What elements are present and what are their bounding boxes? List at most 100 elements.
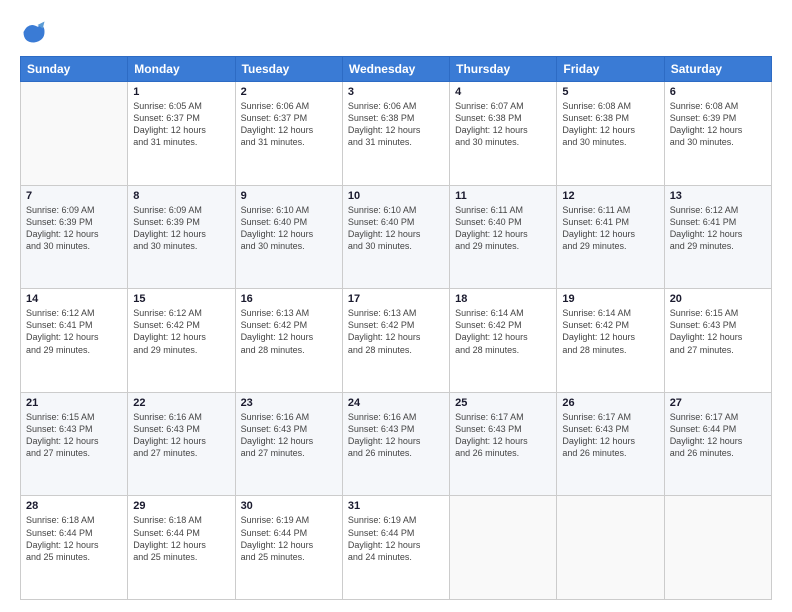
day-info: Sunrise: 6:07 AM Sunset: 6:38 PM Dayligh… bbox=[455, 100, 551, 149]
day-info: Sunrise: 6:12 AM Sunset: 6:41 PM Dayligh… bbox=[670, 204, 766, 253]
calendar-cell bbox=[450, 496, 557, 600]
day-number: 5 bbox=[562, 86, 658, 98]
day-number: 12 bbox=[562, 190, 658, 202]
day-info: Sunrise: 6:15 AM Sunset: 6:43 PM Dayligh… bbox=[670, 307, 766, 356]
day-number: 23 bbox=[241, 397, 337, 409]
day-info: Sunrise: 6:16 AM Sunset: 6:43 PM Dayligh… bbox=[241, 411, 337, 460]
day-number: 18 bbox=[455, 293, 551, 305]
calendar-cell: 12 Sunrise: 6:11 AM Sunset: 6:41 PM Dayli… bbox=[557, 185, 664, 289]
calendar-cell bbox=[664, 496, 771, 600]
weekday-saturday: Saturday bbox=[664, 57, 771, 82]
day-info: Sunrise: 6:12 AM Sunset: 6:41 PM Dayligh… bbox=[26, 307, 122, 356]
calendar-cell: 8 Sunrise: 6:09 AM Sunset: 6:39 PM Daylig… bbox=[128, 185, 235, 289]
day-info: Sunrise: 6:14 AM Sunset: 6:42 PM Dayligh… bbox=[455, 307, 551, 356]
calendar-cell: 24Sunrise: 6:16 AM Sunset: 6:43 PM Dayli… bbox=[342, 392, 449, 496]
calendar-table: SundayMondayTuesdayWednesdayThursdayFrid… bbox=[20, 56, 772, 600]
day-number: 25 bbox=[455, 397, 551, 409]
calendar-cell: 16 Sunrise: 6:13 AM Sunset: 6:42 PM Dayli… bbox=[235, 289, 342, 393]
calendar-cell: 30 Sunrise: 6:19 AM Sunset: 6:44 PM Dayli… bbox=[235, 496, 342, 600]
calendar-cell: 31 Sunrise: 6:19 AM Sunset: 6:44 PM Dayli… bbox=[342, 496, 449, 600]
calendar-cell: 21 Sunrise: 6:15 AM Sunset: 6:43 PM Dayli… bbox=[21, 392, 128, 496]
day-info: Sunrise: 6:08 AM Sunset: 6:39 PM Dayligh… bbox=[670, 100, 766, 149]
page: SundayMondayTuesdayWednesdayThursdayFrid… bbox=[0, 0, 792, 612]
day-number: 6 bbox=[670, 86, 766, 98]
week-row-1: 1 Sunrise: 6:05 AM Sunset: 6:37 PM Daylig… bbox=[21, 82, 772, 186]
calendar-cell: 5 Sunrise: 6:08 AM Sunset: 6:38 PM Daylig… bbox=[557, 82, 664, 186]
day-info: Sunrise: 6:15 AM Sunset: 6:43 PM Dayligh… bbox=[26, 411, 122, 460]
logo bbox=[20, 18, 52, 46]
header bbox=[20, 18, 772, 46]
calendar-cell: 7Sunrise: 6:09 AM Sunset: 6:39 PM Daylig… bbox=[21, 185, 128, 289]
day-info: Sunrise: 6:13 AM Sunset: 6:42 PM Dayligh… bbox=[348, 307, 444, 356]
calendar-cell: 13 Sunrise: 6:12 AM Sunset: 6:41 PM Dayli… bbox=[664, 185, 771, 289]
day-number: 29 bbox=[133, 500, 229, 512]
calendar-cell bbox=[557, 496, 664, 600]
week-row-3: 14 Sunrise: 6:12 AM Sunset: 6:41 PM Dayli… bbox=[21, 289, 772, 393]
day-number: 2 bbox=[241, 86, 337, 98]
calendar-cell: 2Sunrise: 6:06 AM Sunset: 6:37 PM Daylig… bbox=[235, 82, 342, 186]
calendar-cell: 17 Sunrise: 6:13 AM Sunset: 6:42 PM Dayli… bbox=[342, 289, 449, 393]
day-number: 17 bbox=[348, 293, 444, 305]
day-number: 30 bbox=[241, 500, 337, 512]
calendar-cell: 19Sunrise: 6:14 AM Sunset: 6:42 PM Dayli… bbox=[557, 289, 664, 393]
day-number: 24 bbox=[348, 397, 444, 409]
day-info: Sunrise: 6:16 AM Sunset: 6:43 PM Dayligh… bbox=[133, 411, 229, 460]
calendar-cell: 25 Sunrise: 6:17 AM Sunset: 6:43 PM Dayli… bbox=[450, 392, 557, 496]
day-info: Sunrise: 6:13 AM Sunset: 6:42 PM Dayligh… bbox=[241, 307, 337, 356]
day-number: 14 bbox=[26, 293, 122, 305]
day-number: 1 bbox=[133, 86, 229, 98]
calendar-cell: 15 Sunrise: 6:12 AM Sunset: 6:42 PM Dayli… bbox=[128, 289, 235, 393]
calendar-cell: 6 Sunrise: 6:08 AM Sunset: 6:39 PM Daylig… bbox=[664, 82, 771, 186]
calendar-cell: 4 Sunrise: 6:07 AM Sunset: 6:38 PM Daylig… bbox=[450, 82, 557, 186]
calendar-cell: 10Sunrise: 6:10 AM Sunset: 6:40 PM Dayli… bbox=[342, 185, 449, 289]
week-row-5: 28 Sunrise: 6:18 AM Sunset: 6:44 PM Dayli… bbox=[21, 496, 772, 600]
day-number: 15 bbox=[133, 293, 229, 305]
weekday-tuesday: Tuesday bbox=[235, 57, 342, 82]
weekday-header-row: SundayMondayTuesdayWednesdayThursdayFrid… bbox=[21, 57, 772, 82]
day-info: Sunrise: 6:19 AM Sunset: 6:44 PM Dayligh… bbox=[241, 514, 337, 563]
day-info: Sunrise: 6:12 AM Sunset: 6:42 PM Dayligh… bbox=[133, 307, 229, 356]
day-info: Sunrise: 6:08 AM Sunset: 6:38 PM Dayligh… bbox=[562, 100, 658, 149]
calendar-cell: 26Sunrise: 6:17 AM Sunset: 6:43 PM Dayli… bbox=[557, 392, 664, 496]
day-info: Sunrise: 6:06 AM Sunset: 6:38 PM Dayligh… bbox=[348, 100, 444, 149]
day-info: Sunrise: 6:17 AM Sunset: 6:43 PM Dayligh… bbox=[455, 411, 551, 460]
weekday-monday: Monday bbox=[128, 57, 235, 82]
calendar-cell: 14 Sunrise: 6:12 AM Sunset: 6:41 PM Dayli… bbox=[21, 289, 128, 393]
day-number: 4 bbox=[455, 86, 551, 98]
calendar-cell: 23 Sunrise: 6:16 AM Sunset: 6:43 PM Dayli… bbox=[235, 392, 342, 496]
calendar-cell: 20Sunrise: 6:15 AM Sunset: 6:43 PM Dayli… bbox=[664, 289, 771, 393]
calendar-cell: 1 Sunrise: 6:05 AM Sunset: 6:37 PM Daylig… bbox=[128, 82, 235, 186]
calendar-cell: 18 Sunrise: 6:14 AM Sunset: 6:42 PM Dayli… bbox=[450, 289, 557, 393]
day-info: Sunrise: 6:09 AM Sunset: 6:39 PM Dayligh… bbox=[133, 204, 229, 253]
day-info: Sunrise: 6:10 AM Sunset: 6:40 PM Dayligh… bbox=[241, 204, 337, 253]
calendar-cell bbox=[21, 82, 128, 186]
day-number: 13 bbox=[670, 190, 766, 202]
calendar-cell: 27Sunrise: 6:17 AM Sunset: 6:44 PM Dayli… bbox=[664, 392, 771, 496]
weekday-sunday: Sunday bbox=[21, 57, 128, 82]
day-info: Sunrise: 6:19 AM Sunset: 6:44 PM Dayligh… bbox=[348, 514, 444, 563]
weekday-thursday: Thursday bbox=[450, 57, 557, 82]
day-info: Sunrise: 6:14 AM Sunset: 6:42 PM Dayligh… bbox=[562, 307, 658, 356]
calendar-cell: 11Sunrise: 6:11 AM Sunset: 6:40 PM Dayli… bbox=[450, 185, 557, 289]
day-number: 8 bbox=[133, 190, 229, 202]
calendar-cell: 3 Sunrise: 6:06 AM Sunset: 6:38 PM Daylig… bbox=[342, 82, 449, 186]
day-info: Sunrise: 6:18 AM Sunset: 6:44 PM Dayligh… bbox=[133, 514, 229, 563]
day-info: Sunrise: 6:11 AM Sunset: 6:41 PM Dayligh… bbox=[562, 204, 658, 253]
day-info: Sunrise: 6:18 AM Sunset: 6:44 PM Dayligh… bbox=[26, 514, 122, 563]
day-info: Sunrise: 6:05 AM Sunset: 6:37 PM Dayligh… bbox=[133, 100, 229, 149]
day-number: 28 bbox=[26, 500, 122, 512]
calendar-cell: 29 Sunrise: 6:18 AM Sunset: 6:44 PM Dayli… bbox=[128, 496, 235, 600]
day-number: 16 bbox=[241, 293, 337, 305]
day-info: Sunrise: 6:11 AM Sunset: 6:40 PM Dayligh… bbox=[455, 204, 551, 253]
day-number: 22 bbox=[133, 397, 229, 409]
weekday-friday: Friday bbox=[557, 57, 664, 82]
week-row-2: 7Sunrise: 6:09 AM Sunset: 6:39 PM Daylig… bbox=[21, 185, 772, 289]
day-number: 3 bbox=[348, 86, 444, 98]
day-number: 10 bbox=[348, 190, 444, 202]
day-info: Sunrise: 6:17 AM Sunset: 6:43 PM Dayligh… bbox=[562, 411, 658, 460]
calendar-cell: 22 Sunrise: 6:16 AM Sunset: 6:43 PM Dayli… bbox=[128, 392, 235, 496]
day-number: 31 bbox=[348, 500, 444, 512]
day-number: 21 bbox=[26, 397, 122, 409]
calendar-cell: 28 Sunrise: 6:18 AM Sunset: 6:44 PM Dayli… bbox=[21, 496, 128, 600]
week-row-4: 21 Sunrise: 6:15 AM Sunset: 6:43 PM Dayli… bbox=[21, 392, 772, 496]
